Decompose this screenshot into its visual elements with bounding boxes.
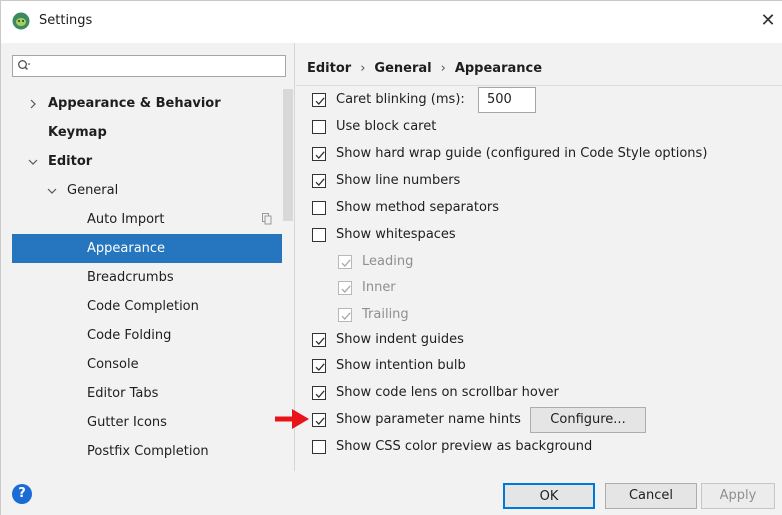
tree-item-label: Console (87, 357, 139, 372)
tree-item-code-folding[interactable]: Code Folding (12, 321, 282, 350)
tree-item-editor-tabs[interactable]: Editor Tabs (12, 379, 282, 408)
tree-item-label: General (67, 183, 119, 198)
option-label: Show indent guides (336, 332, 464, 347)
checkbox (338, 308, 352, 322)
option-label: Caret blinking (ms): (336, 92, 465, 107)
apply-button[interactable]: Apply (701, 483, 775, 509)
breadcrumb-item: Appearance (454, 61, 543, 76)
settings-dialog: Settings ✕ Appearance & Behavior Keymap … (0, 0, 782, 515)
tree-item-appearance[interactable]: Appearance (12, 234, 282, 263)
option-label: Trailing (362, 307, 409, 322)
search-icon (18, 60, 31, 71)
option-label: Show code lens on scrollbar hover (336, 385, 559, 400)
tree-item-label: Code Completion (87, 299, 199, 314)
tree-item-code-completion[interactable]: Code Completion (12, 292, 282, 321)
tree-item-label: Appearance (87, 241, 166, 256)
option-label: Inner (362, 280, 396, 295)
checkbox (338, 281, 352, 295)
tree-item-gutter-icons[interactable]: Gutter Icons (12, 408, 282, 437)
checkbox[interactable] (312, 201, 326, 215)
breadcrumb: Editor › General › Appearance (307, 61, 542, 76)
tree-item-label: Breadcrumbs (87, 270, 174, 285)
dialog-footer: ? OK Cancel Apply (1, 471, 782, 515)
red-arrow-annotation (275, 409, 309, 429)
breadcrumb-separator: › (360, 61, 366, 76)
tree-item-editor[interactable]: Editor (12, 147, 282, 176)
option-label: Show hard wrap guide (configured in Code… (336, 146, 708, 161)
tree-item-general[interactable]: General (12, 176, 282, 205)
checkbox[interactable] (312, 413, 326, 427)
divider (296, 85, 782, 86)
tree-item-label: Keymap (48, 125, 107, 140)
option-label: Leading (362, 254, 414, 269)
option-label: Show method separators (336, 200, 500, 215)
checkbox[interactable] (312, 228, 326, 242)
close-button[interactable]: ✕ (757, 9, 779, 33)
tree-item-console[interactable]: Console (12, 350, 282, 379)
configure-button[interactable]: Configure... (530, 407, 646, 433)
tree-item-keymap[interactable]: Keymap (12, 118, 282, 147)
checkbox[interactable] (312, 93, 326, 107)
checkbox[interactable] (312, 333, 326, 347)
settings-content: Editor › General › Appearance Caret blinking… (296, 43, 782, 471)
checkbox[interactable] (312, 440, 326, 454)
breadcrumb-item: Editor (307, 61, 352, 76)
settings-tree: Appearance & Behavior Keymap Editor Gene… (12, 89, 282, 466)
checkbox (338, 255, 352, 269)
tree-item-label: Code Folding (87, 328, 172, 343)
tree-item-appearance-behavior[interactable]: Appearance & Behavior (12, 89, 282, 118)
tree-item-label: Postfix Completion (87, 444, 209, 459)
option-label: Show line numbers (336, 173, 461, 188)
chevron-down-icon[interactable] (27, 156, 39, 168)
cancel-button[interactable]: Cancel (605, 483, 697, 509)
option-label: Show intention bulb (336, 358, 466, 373)
chevron-right-icon[interactable] (27, 98, 39, 110)
settings-sidebar: Appearance & Behavior Keymap Editor Gene… (1, 43, 295, 471)
breadcrumb-separator: › (440, 61, 446, 76)
tree-item-label: Editor Tabs (87, 386, 159, 401)
tree-item-breadcrumbs[interactable]: Breadcrumbs (12, 263, 282, 292)
tree-item-auto-import[interactable]: Auto Import (12, 205, 282, 234)
checkbox[interactable] (312, 386, 326, 400)
project-scope-icon (262, 213, 272, 225)
tree-item-label: Gutter Icons (87, 415, 167, 430)
checkbox[interactable] (312, 120, 326, 134)
option-label: Show parameter name hints (336, 412, 521, 427)
android-studio-icon (12, 12, 30, 30)
breadcrumb-item: General (374, 61, 432, 76)
tree-item-postfix-completion[interactable]: Postfix Completion (12, 437, 282, 466)
checkbox[interactable] (312, 359, 326, 373)
ok-button[interactable]: OK (503, 483, 595, 509)
option-label: Show CSS color preview as background (336, 439, 593, 454)
chevron-down-icon[interactable] (46, 185, 58, 197)
checkbox[interactable] (312, 147, 326, 161)
search-input[interactable] (12, 55, 286, 77)
title-bar: Settings ✕ (1, 1, 782, 43)
option-label: Use block caret (336, 119, 437, 134)
window-title: Settings (39, 13, 93, 28)
sidebar-scrollbar[interactable] (283, 89, 293, 221)
help-icon[interactable]: ? (12, 484, 32, 504)
tree-item-label: Auto Import (87, 212, 165, 227)
tree-item-label: Editor (48, 154, 93, 169)
caret-blink-interval-input[interactable]: 500 (478, 87, 536, 113)
option-label: Show whitespaces (336, 227, 456, 242)
tree-item-label: Appearance & Behavior (48, 96, 221, 111)
checkbox[interactable] (312, 174, 326, 188)
